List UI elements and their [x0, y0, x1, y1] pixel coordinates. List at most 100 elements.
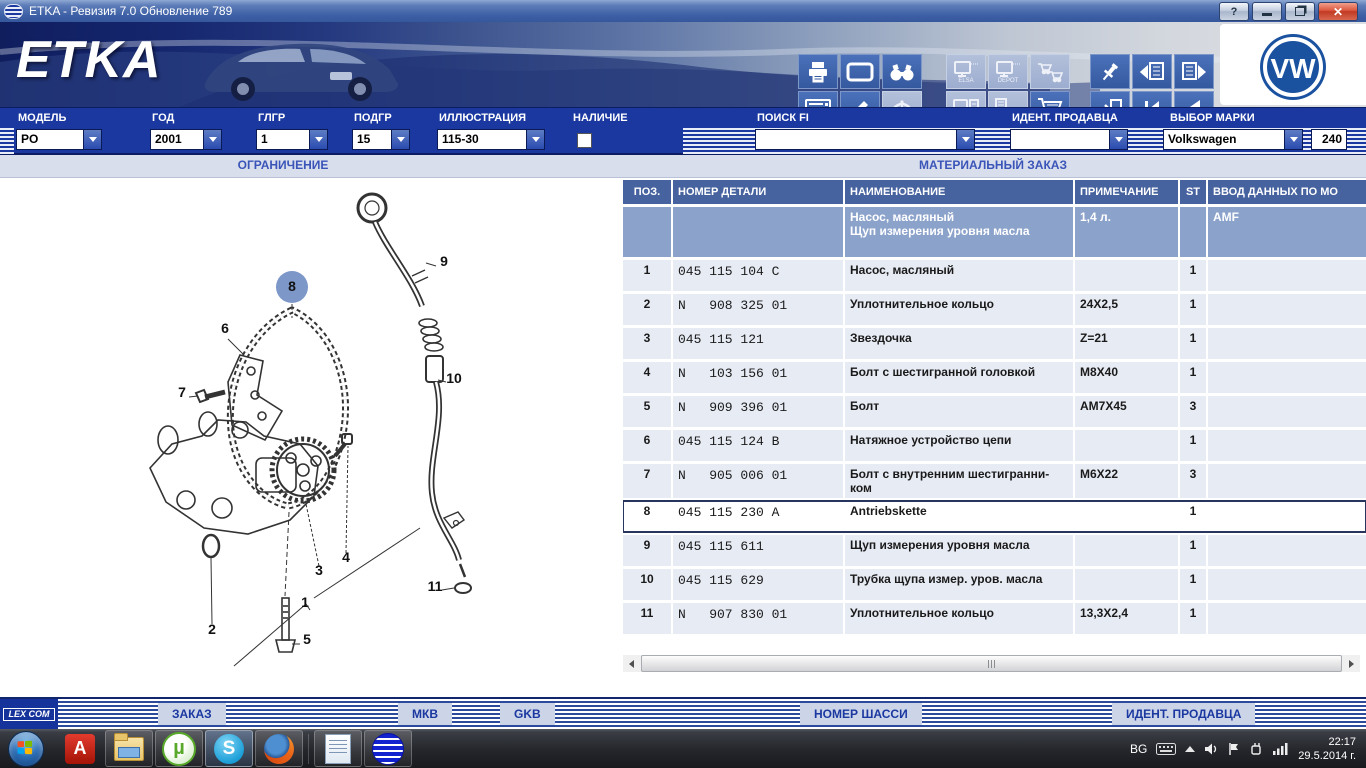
callout-3[interactable]: 3 [315, 562, 323, 578]
keyboard-icon[interactable] [1156, 743, 1176, 755]
etka-taskbar-icon[interactable] [364, 730, 412, 767]
cell-pos: 11 [623, 603, 671, 634]
table-row[interactable]: 2N 908 325 01Уплотнительное кольцо24X2,5… [623, 294, 1366, 325]
vendor-id-select[interactable] [1010, 129, 1128, 150]
illustration-select[interactable]: 115-30 [437, 129, 545, 150]
year-select[interactable]: 2001 [150, 129, 222, 150]
table-row[interactable]: 7N 905 006 01Болт с внутренним шестигран… [623, 464, 1366, 498]
cell-note [1075, 260, 1178, 291]
shopping-cart-icon[interactable] [1030, 91, 1070, 107]
fi-search-select[interactable] [755, 129, 975, 150]
table-row[interactable]: 11N 907 830 01Уплотнительное кольцо13,3X… [623, 603, 1366, 634]
print-icon[interactable] [798, 54, 838, 89]
help-button[interactable]: ? [1219, 2, 1249, 21]
table-row[interactable]: 3045 115 121ЗвездочкаZ=211 [623, 328, 1366, 359]
cell-name: Уплотнительное кольцо [845, 294, 1073, 325]
search-binoculars-icon[interactable] [882, 54, 922, 89]
cell-part: 045 115 104 C [673, 260, 843, 291]
table-row[interactable]: 5N 909 396 01БолтAM7X453 [623, 396, 1366, 427]
order-button[interactable]: ЗАКАЗ [158, 703, 226, 725]
notepad-icon[interactable] [314, 730, 362, 767]
callout-4[interactable]: 4 [342, 549, 350, 565]
toolbar-group-main [798, 54, 922, 107]
callout-10[interactable]: 10 [446, 370, 462, 386]
callout-7[interactable]: 7 [178, 384, 186, 400]
mkb-button[interactable]: МКВ [398, 703, 452, 725]
cell-st: 3 [1180, 464, 1206, 498]
close-button[interactable]: ✕ [1318, 2, 1358, 21]
pin-icon[interactable] [1090, 54, 1130, 89]
skip-back-icon[interactable] [1132, 91, 1172, 107]
cell-part: N 909 396 01 [673, 396, 843, 427]
callout-1[interactable]: 1 [301, 594, 309, 610]
scroll-thumb[interactable] [641, 655, 1342, 672]
action-center-flag-icon[interactable] [1227, 742, 1241, 756]
callout-9[interactable]: 9 [440, 253, 448, 269]
minimize-button[interactable] [1252, 2, 1282, 21]
chassis-number-button[interactable]: НОМЕР ШАССИ [800, 703, 922, 725]
volume-icon[interactable] [1204, 742, 1218, 756]
edit-pencil-icon[interactable] [840, 91, 880, 107]
power-plug-icon[interactable] [1250, 742, 1264, 756]
table-row[interactable]: 8045 115 230 AAntriebskette1 [623, 501, 1366, 532]
section-bar: ОГРАНИЧЕНИЕ МАТЕРИАЛЬНЫЙ ЗАКАЗ [0, 155, 1366, 178]
firefox-icon[interactable] [255, 730, 303, 767]
back-icon[interactable] [1174, 91, 1214, 107]
language-indicator[interactable]: BG [1130, 742, 1147, 756]
clock[interactable]: 22:17 29.5.2014 г. [1298, 735, 1356, 763]
vendor-id-button[interactable]: ИДЕНТ. ПРОДАВЦА [1112, 703, 1255, 725]
cell-part: 045 115 121 [673, 328, 843, 359]
svg-text:11: 11 [428, 578, 443, 594]
start-button[interactable] [8, 731, 44, 767]
cell-note: 24X2,5 [1075, 294, 1178, 325]
table-row[interactable]: 4N 103 156 01Болт с шестигранной головко… [623, 362, 1366, 393]
table-row[interactable]: 10045 115 629Трубка щупа измер. уров. ма… [623, 569, 1366, 600]
col-name: НАИМЕНОВАНИЕ [845, 180, 1073, 204]
parts-list-icon[interactable] [798, 91, 838, 107]
sub-group-select[interactable]: 15 [352, 129, 410, 150]
model-select[interactable]: PO [16, 129, 102, 150]
callout-6[interactable]: 6 [221, 320, 229, 336]
documents-car-icon [988, 91, 1028, 107]
prev-illustration-icon[interactable] [1132, 54, 1172, 89]
table-row[interactable]: 9045 115 611Щуп измерения уровня масла1 [623, 535, 1366, 566]
chevron-down-icon [956, 130, 974, 149]
scroll-left-arrow[interactable] [623, 655, 639, 672]
network-signal-icon[interactable] [1273, 742, 1289, 755]
cell-pos: 4 [623, 362, 671, 393]
svg-text:9: 9 [440, 253, 448, 269]
restore-button[interactable] [1285, 2, 1315, 21]
skype-icon[interactable]: S [205, 730, 253, 767]
bottom-bar: LEX COM ЗАКАЗ МКВ GKB НОМЕР ШАССИ ИДЕНТ.… [0, 697, 1366, 729]
explorer-icon[interactable] [105, 730, 153, 767]
fi-search-label: ПОИСК FI [757, 112, 809, 124]
cell-note: M6X22 [1075, 464, 1178, 498]
fullscreen-icon[interactable] [840, 54, 880, 89]
availability-checkbox[interactable] [577, 133, 592, 148]
hidden-icons-arrow[interactable] [1185, 741, 1195, 752]
chevron-down-icon [1109, 130, 1127, 149]
depot-icon: DEPOT [988, 54, 1028, 89]
chevron-down-icon [391, 130, 409, 149]
cell-name: Уплотнительное кольцо [845, 603, 1073, 634]
brand-code-field[interactable]: 240 [1311, 129, 1347, 150]
col-mo: ВВОД ДАННЫХ ПО МО [1208, 180, 1366, 204]
next-illustration-icon[interactable] [1174, 54, 1214, 89]
brand-select[interactable]: Volkswagen [1163, 129, 1303, 150]
title-bar: ETKA - Ревизия 7.0 Обновление 789 ? ✕ [0, 0, 1366, 22]
adobe-reader-icon[interactable]: A [57, 731, 103, 766]
table-row[interactable]: 1045 115 104 CНасос, масляный1 [623, 260, 1366, 291]
callout-5[interactable]: 5 [303, 631, 311, 647]
table-row[interactable]: 6045 115 124 BНатяжное устройство цепи1 [623, 430, 1366, 461]
callout-8[interactable]: 8 [276, 271, 308, 303]
scroll-right-arrow[interactable] [1344, 655, 1360, 672]
cell-mo [1208, 603, 1366, 634]
main-group-select[interactable]: 1 [256, 129, 328, 150]
callout-2[interactable]: 2 [208, 621, 216, 637]
svg-text:2: 2 [208, 621, 216, 637]
callout-11[interactable]: 11 [428, 578, 443, 594]
horizontal-scrollbar[interactable] [623, 655, 1360, 672]
gkb-button[interactable]: GKB [500, 703, 555, 725]
utorrent-icon[interactable]: µ [155, 730, 203, 767]
exit-icon[interactable] [1090, 91, 1130, 107]
